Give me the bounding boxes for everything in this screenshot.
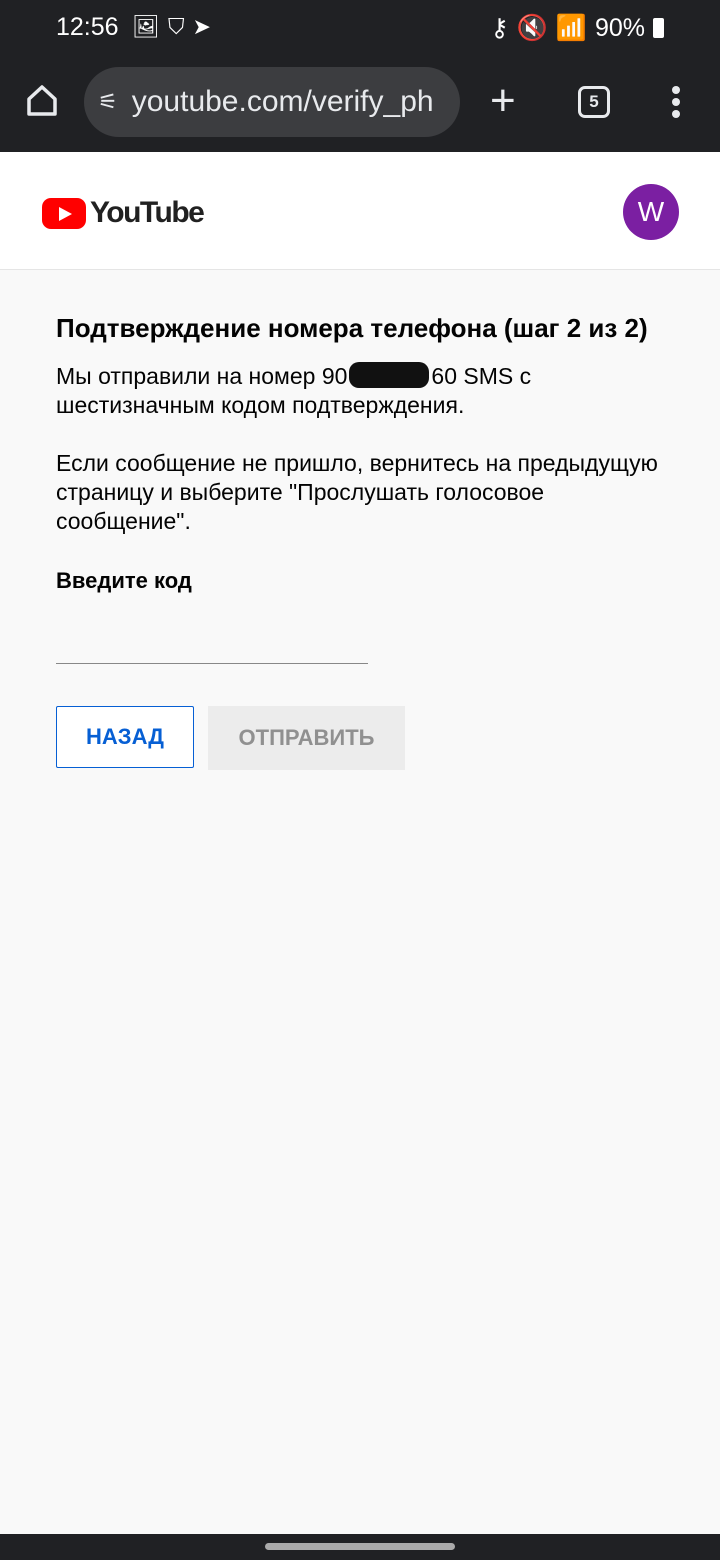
clock: 12:56 (56, 13, 119, 41)
telegram-icon: ➤ (192, 14, 211, 39)
gesture-bar (0, 1534, 720, 1560)
submit-button[interactable]: ОТПРАВИТЬ (208, 706, 405, 770)
back-button[interactable]: НАЗАД (56, 706, 194, 768)
tab-switcher-button[interactable]: 5 (578, 86, 610, 118)
code-input[interactable] (56, 620, 368, 664)
url-text[interactable]: youtube.com/verify_ph (132, 85, 434, 119)
sms-info: Мы отправили на номер 90 60 SMS с шестизн… (56, 362, 532, 418)
gallery-icon: 🖼 (132, 14, 160, 39)
address-bar[interactable]: ⚟ youtube.com/verify_ph (84, 67, 460, 137)
new-tab-icon[interactable]: + (490, 76, 516, 126)
browser-toolbar: ⚟ youtube.com/verify_ph + 5 (0, 56, 720, 152)
battery-icon (653, 18, 664, 38)
site-settings-icon[interactable]: ⚟ (98, 89, 118, 115)
wifi-icon: 📶 (555, 13, 587, 42)
home-handle[interactable] (265, 1543, 455, 1550)
shield-check-icon: ⛉ (167, 14, 185, 39)
help-text: Если сообщение не пришло, вернитесь на п… (56, 450, 658, 534)
mute-icon: 🔇 (516, 13, 548, 42)
key-icon: ⚷ (490, 14, 509, 42)
play-icon (42, 197, 86, 229)
youtube-header: YouTube W (0, 152, 720, 270)
avatar[interactable]: W (623, 184, 679, 240)
page-title: Подтверждение номера телефона (шаг 2 из … (56, 313, 648, 343)
redacted-number (349, 362, 430, 388)
battery-text: 90% (594, 13, 645, 42)
status-bar: 12:56 🖼 ⛉ ➤ ⚷ 🔇 📶 90% (0, 0, 720, 56)
code-label: Введите код (56, 568, 192, 593)
more-menu-icon[interactable] (672, 86, 682, 122)
verify-form: Подтверждение номера телефона (шаг 2 из … (56, 312, 666, 770)
youtube-logo[interactable]: YouTube (42, 196, 205, 230)
home-icon[interactable] (24, 82, 60, 118)
